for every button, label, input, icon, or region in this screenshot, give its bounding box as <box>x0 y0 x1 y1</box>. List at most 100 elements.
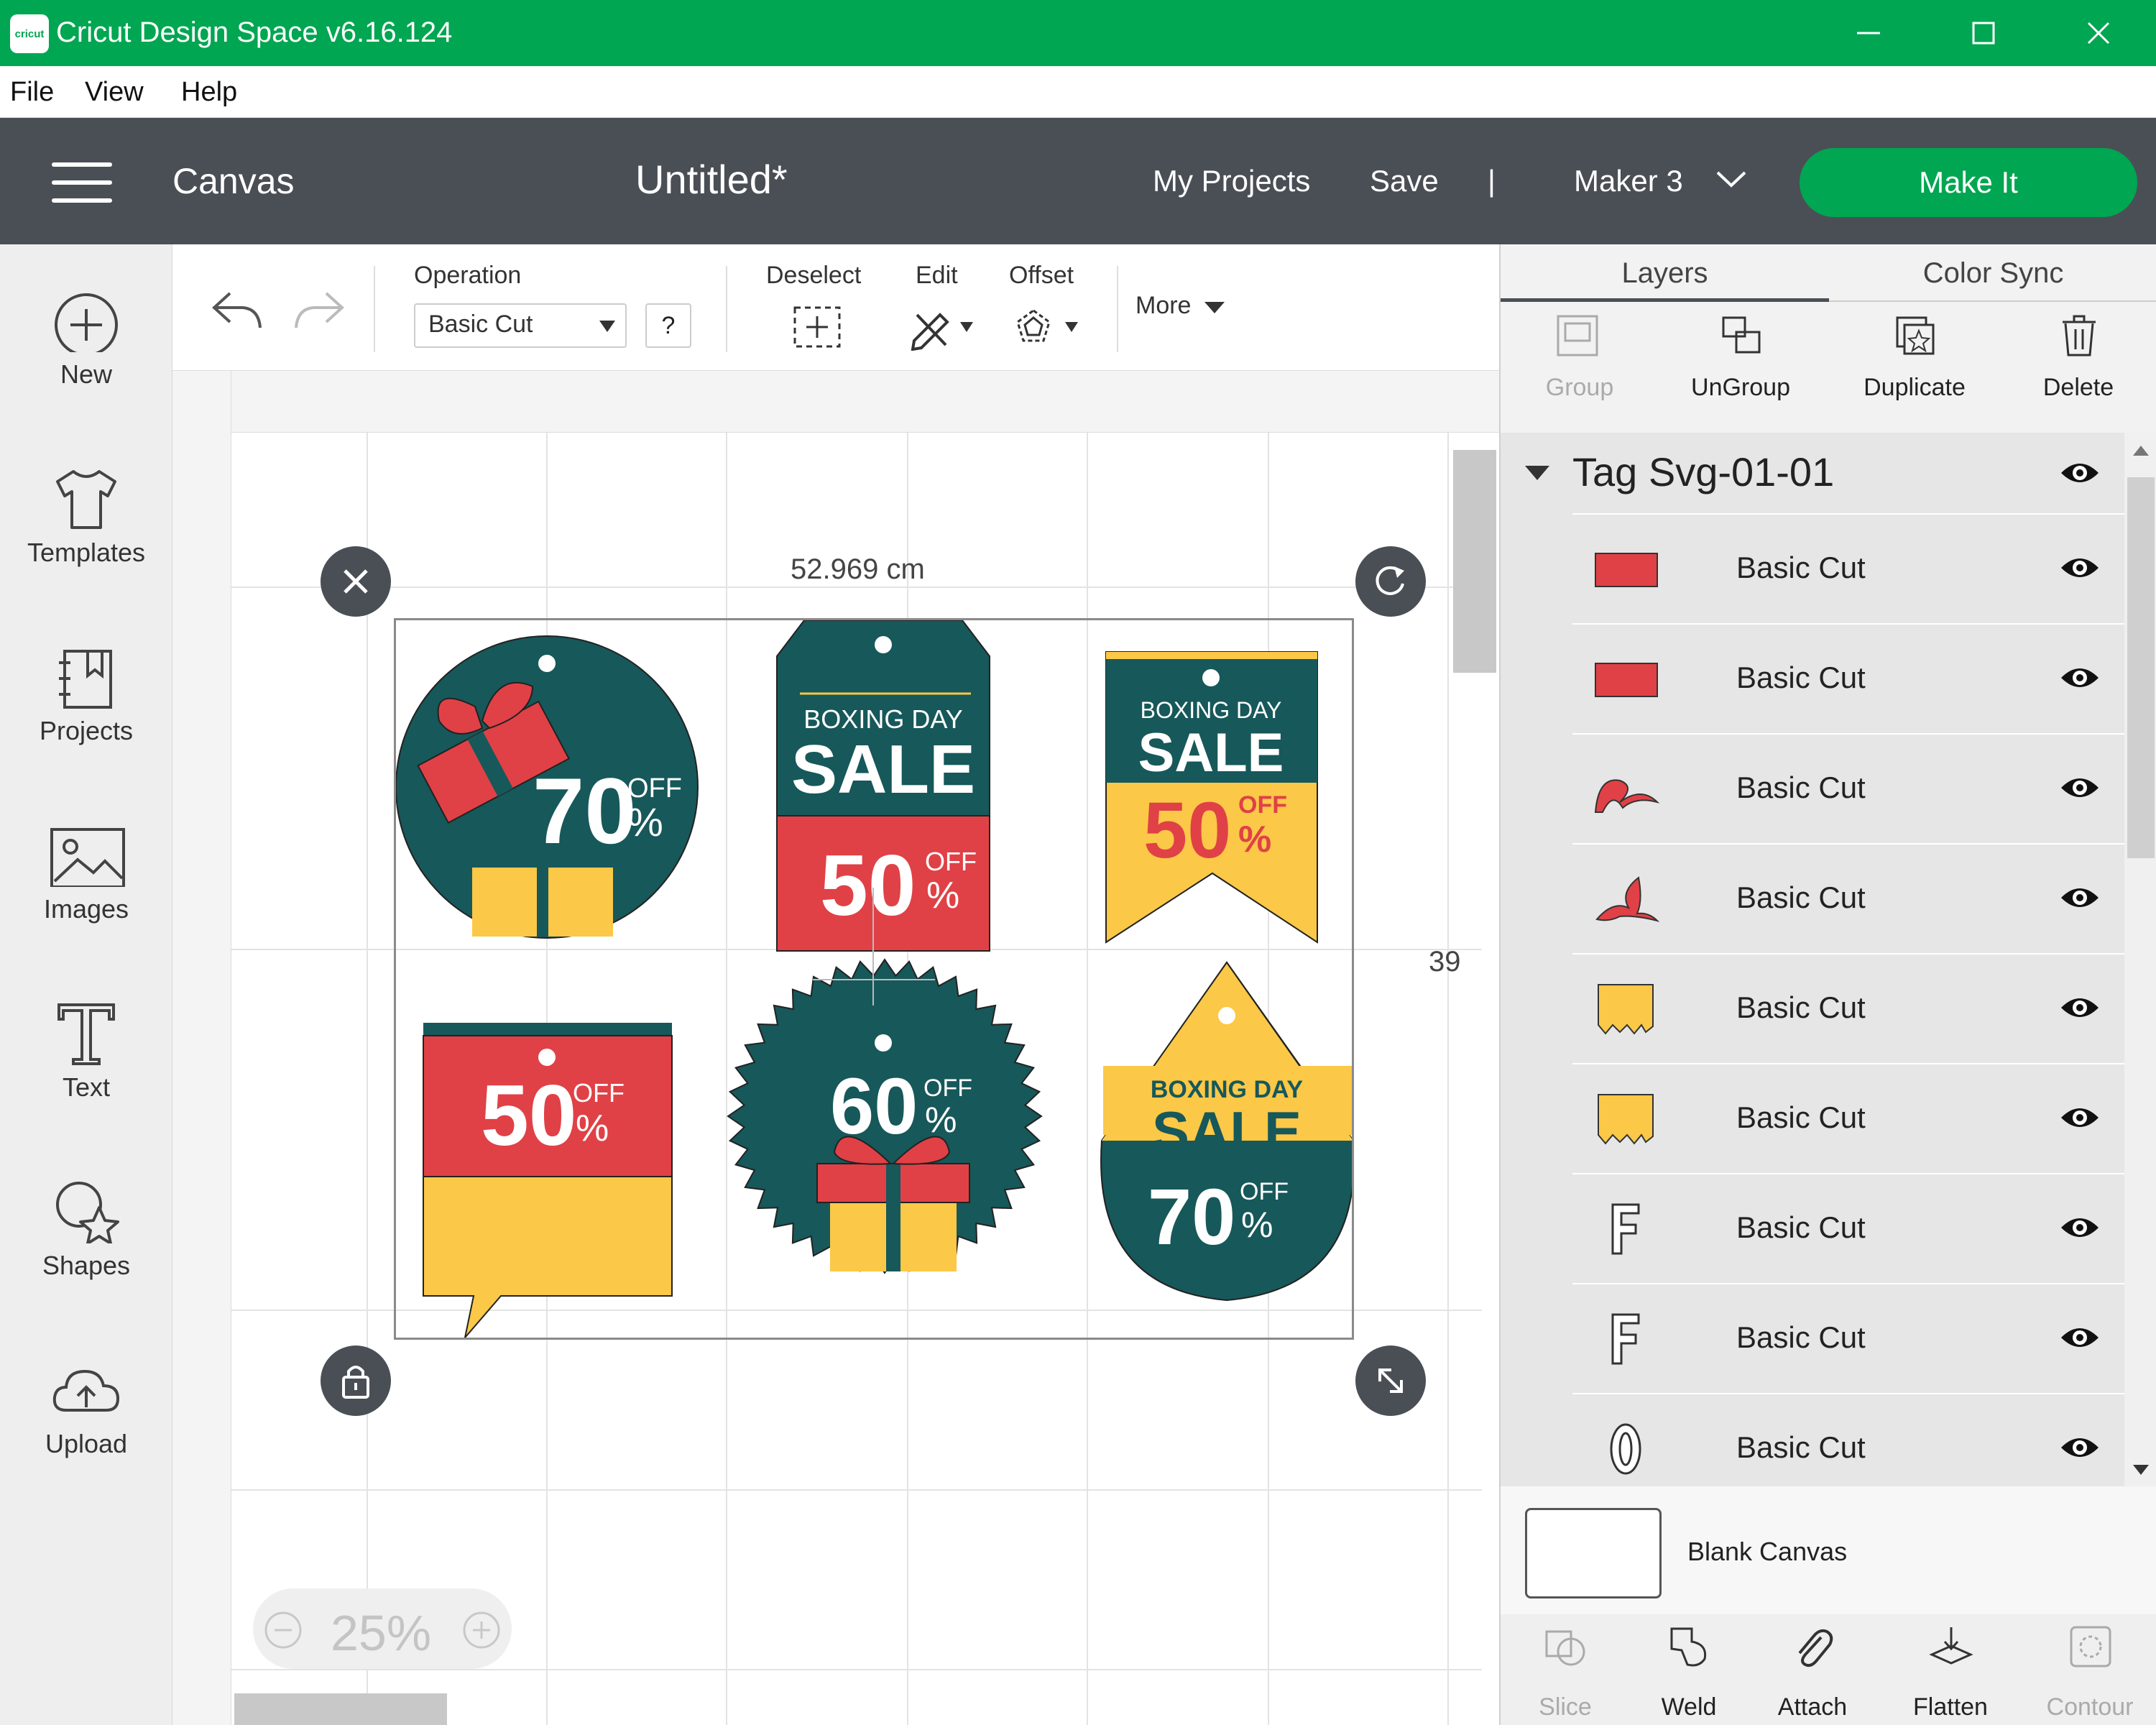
help-button[interactable]: ? <box>645 303 691 348</box>
zoom-control: 25% <box>253 1588 512 1669</box>
layer-name: Basic Cut <box>1736 880 1866 914</box>
sidebar-label-templates: Templates <box>27 538 146 567</box>
delete-selection-handle[interactable] <box>321 546 391 617</box>
layer-name: Basic Cut <box>1736 551 1866 584</box>
toolbar-divider <box>1117 266 1118 352</box>
close-window-button[interactable] <box>2041 0 2156 66</box>
delete-button[interactable]: Delete <box>1999 313 2156 450</box>
tab-color-sync[interactable]: Color Sync <box>1829 244 2156 302</box>
operation-select[interactable]: Basic Cut <box>414 303 627 348</box>
more-menu[interactable]: More <box>1135 292 1191 320</box>
layer-row[interactable]: Basic Cut <box>1572 953 2124 1063</box>
eye-icon[interactable] <box>2058 993 2101 1022</box>
layers-scroll-thumb[interactable] <box>2127 477 2155 858</box>
layer-thumbnail <box>1591 872 1660 926</box>
right-panel: Layers Color Sync Group UnGroup Duplicat… <box>1499 244 2156 1725</box>
lock-proportions-handle[interactable] <box>321 1346 391 1416</box>
menu-file[interactable]: File <box>10 76 54 108</box>
sidebar-item-projects[interactable]: Projects <box>0 601 172 773</box>
slice-button[interactable]: Slice <box>1501 1624 1630 1725</box>
layer-row[interactable]: Basic Cut <box>1572 1063 2124 1173</box>
sidebar-item-images[interactable]: Images <box>0 779 172 952</box>
weld-button[interactable]: Weld <box>1624 1624 1754 1725</box>
plus-circle-icon <box>463 1611 500 1649</box>
contour-button[interactable]: Contour <box>2025 1624 2155 1725</box>
group-button[interactable]: Group <box>1501 313 1659 450</box>
layer-row[interactable]: Basic Cut <box>1572 843 2124 953</box>
svg-text:%: % <box>576 1108 609 1149</box>
menu-help[interactable]: Help <box>181 76 237 108</box>
minimize-button[interactable] <box>1811 0 1926 66</box>
sidebar-item-text[interactable]: Text <box>0 957 172 1130</box>
edit-tools-icon[interactable] <box>907 305 979 354</box>
save-link[interactable]: Save <box>1370 162 1439 200</box>
resize-handle[interactable] <box>1355 1346 1426 1416</box>
eye-icon[interactable] <box>2058 773 2101 802</box>
selection-height-label: 39 <box>1429 946 1461 978</box>
redo-icon[interactable] <box>290 285 348 339</box>
text-icon <box>43 979 129 1065</box>
hamburger-menu-icon[interactable] <box>52 162 112 203</box>
more-caret-icon[interactable] <box>1204 302 1226 320</box>
blank-canvas-swatch[interactable] <box>1525 1508 1662 1598</box>
blank-canvas-label: Blank Canvas <box>1687 1537 1848 1566</box>
rotate-handle[interactable] <box>1355 546 1426 617</box>
collapse-caret-icon[interactable] <box>1525 464 1549 485</box>
flatten-button[interactable]: Flatten <box>1886 1624 2015 1725</box>
eye-icon[interactable] <box>2058 883 2101 912</box>
duplicate-button[interactable]: Duplicate <box>1835 313 1994 450</box>
paperclip-icon <box>1791 1624 1835 1669</box>
layer-row[interactable]: Basic Cut <box>1572 1393 2124 1486</box>
ungroup-label: UnGroup <box>1691 374 1790 401</box>
sidebar-label-shapes: Shapes <box>42 1251 131 1280</box>
left-sidebar: New Templates Projects Images Text Shape… <box>0 244 172 1725</box>
svg-text:60: 60 <box>830 1062 918 1151</box>
eye-icon[interactable] <box>2058 553 2101 582</box>
ungroup-button[interactable]: UnGroup <box>1662 313 1820 450</box>
chevron-down-icon[interactable] <box>1715 168 1748 193</box>
section-title: Canvas <box>172 161 295 201</box>
layer-row[interactable]: Basic Cut <box>1572 623 2124 733</box>
eye-icon[interactable] <box>2058 1213 2101 1242</box>
design-canvas[interactable]: 52.969 cm 39 70 OFF % BOXING DAY SALE 50… <box>172 371 1499 1725</box>
undo-icon[interactable] <box>208 285 266 339</box>
zoom-out-button[interactable] <box>263 1610 303 1654</box>
attach-button[interactable]: Attach <box>1748 1624 1877 1725</box>
layer-row[interactable]: Basic Cut <box>1572 1283 2124 1393</box>
zoom-in-button[interactable] <box>461 1610 502 1654</box>
offset-icon[interactable] <box>1012 305 1084 354</box>
canvas-vertical-scrollbar[interactable] <box>1453 450 1496 673</box>
maximize-button[interactable] <box>1926 0 2041 66</box>
layers-list: Tag Svg-01-01 Basic Cut Basic Cut Basic Cu… <box>1501 433 2124 1486</box>
eye-icon[interactable] <box>2058 663 2101 692</box>
eye-icon[interactable] <box>2058 1323 2101 1352</box>
canvas-horizontal-scrollbar[interactable] <box>234 1693 447 1725</box>
layers-scrollbar[interactable] <box>2124 433 2156 1486</box>
sidebar-item-new[interactable]: New <box>0 244 172 417</box>
document-title[interactable]: Untitled* <box>635 157 788 203</box>
tag-70-circle: 70 OFF % <box>395 635 699 939</box>
machine-selector[interactable]: Maker 3 <box>1574 162 1683 200</box>
layer-group-row[interactable]: Tag Svg-01-01 <box>1501 433 2124 513</box>
eye-icon[interactable] <box>2058 1103 2101 1132</box>
sidebar-item-shapes[interactable]: Shapes <box>0 1136 172 1308</box>
tab-layers[interactable]: Layers <box>1501 244 1829 302</box>
svg-text:OFF: OFF <box>573 1078 625 1108</box>
blank-canvas-row[interactable]: Blank Canvas <box>1501 1486 2156 1614</box>
flatten-label: Flatten <box>1913 1693 1988 1721</box>
layer-row[interactable]: Basic Cut <box>1572 733 2124 843</box>
sidebar-item-upload[interactable]: Upload <box>0 1314 172 1486</box>
svg-text:SALE: SALE <box>1138 722 1284 783</box>
delete-label: Delete <box>2042 374 2114 401</box>
selection-bounding-box[interactable]: 70 OFF % BOXING DAY SALE 50 OFF % BOXING… <box>394 618 1355 1340</box>
make-it-button[interactable]: Make It <box>1800 148 2137 217</box>
sidebar-item-templates[interactable]: Templates <box>0 423 172 595</box>
selection-width-label: 52.969 cm <box>791 553 925 585</box>
eye-icon[interactable] <box>2058 1433 2101 1462</box>
layer-row[interactable]: Basic Cut <box>1572 513 2124 623</box>
menu-view[interactable]: View <box>85 76 144 108</box>
layer-row[interactable]: Basic Cut <box>1572 1173 2124 1283</box>
my-projects-link[interactable]: My Projects <box>1153 162 1310 200</box>
deselect-icon[interactable] <box>792 305 842 353</box>
eye-icon[interactable] <box>2058 459 2101 491</box>
